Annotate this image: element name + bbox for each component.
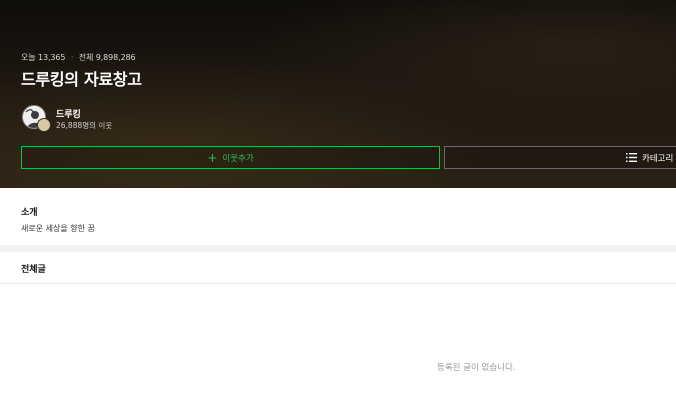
menu-list-icon	[626, 153, 637, 162]
visitor-stats: 오늘 13,365 · 전체 9,898,286	[21, 52, 136, 63]
owner-name[interactable]: 드루킹	[56, 107, 81, 120]
total-count: 9,898,286	[95, 53, 136, 62]
neighbor-count: 26,888명의 이웃	[56, 121, 113, 130]
category-button[interactable]: 카테고리	[444, 146, 676, 169]
avatar-badge-icon	[37, 118, 51, 132]
stats-separator: ·	[70, 53, 74, 62]
blog-title[interactable]: 드루킹의 자료창고	[21, 66, 142, 90]
posts-divider	[0, 283, 676, 284]
total-label: 전체	[78, 53, 94, 62]
today-label: 오늘	[21, 53, 36, 62]
category-label: 카테고리	[642, 154, 674, 164]
blog-header: 오늘 13,365 · 전체 9,898,286 드루킹의 자료창고 드루킹 2…	[0, 0, 676, 188]
empty-posts-message: 등록된 글이 없습니다.	[437, 363, 516, 373]
intro-section: 소개 새로운 세상을 향한 꿈	[0, 188, 676, 245]
add-neighbor-label: 이웃추가	[222, 153, 254, 164]
section-divider	[0, 245, 676, 252]
intro-text: 새로운 세상을 향한 꿈	[21, 224, 95, 233]
blog-owner[interactable]: 드루킹 26,888명의 이웃	[22, 105, 322, 135]
today-count: 13,365	[37, 53, 66, 62]
all-posts-heading: 전체글	[21, 265, 46, 275]
add-neighbor-button[interactable]: + 이웃추가	[21, 146, 440, 169]
intro-heading: 소개	[21, 208, 38, 218]
plus-icon: +	[207, 150, 218, 165]
